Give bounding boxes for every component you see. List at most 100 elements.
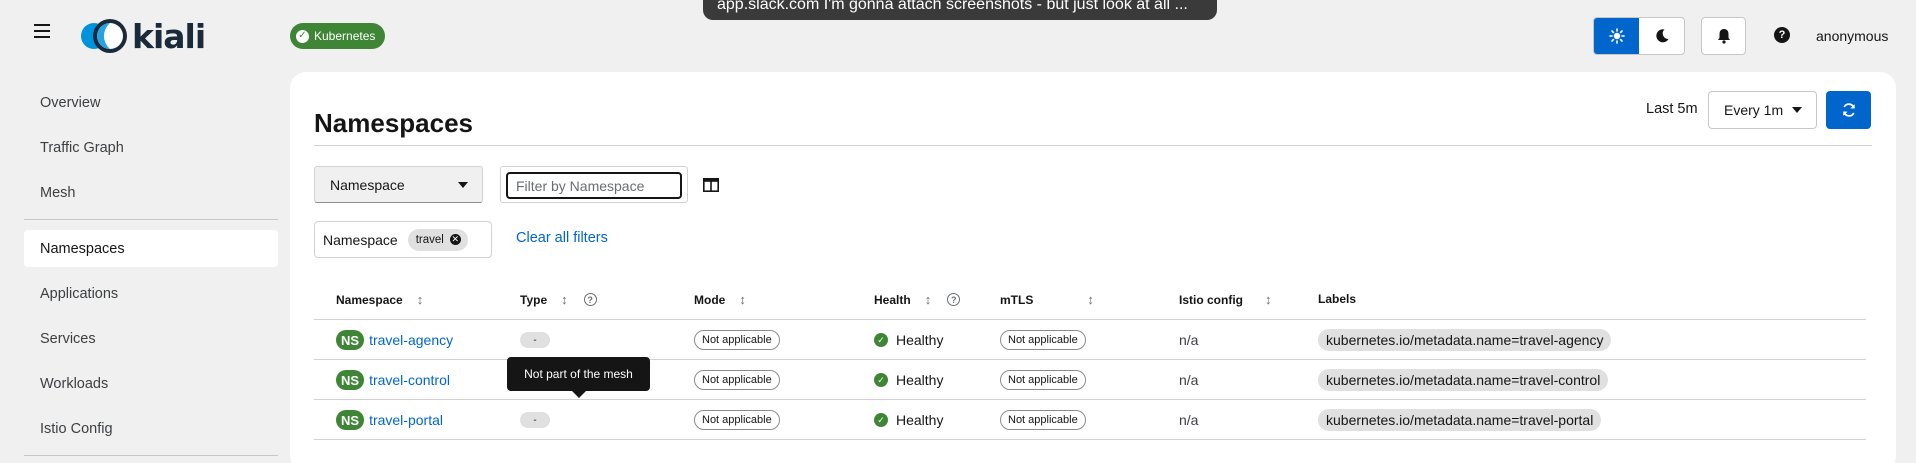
mtls-badge: Not applicable	[1000, 370, 1086, 390]
refresh-interval-dropdown[interactable]: Every 1m	[1708, 91, 1817, 129]
health-cell: ✓ Healthy	[874, 400, 943, 440]
filter-type-dropdown[interactable]: Namespace	[314, 166, 483, 203]
light-theme-button[interactable]	[1594, 18, 1639, 54]
health-status[interactable]: Healthy	[896, 332, 943, 348]
column-header-istio-config[interactable]: Istio config ↕	[1179, 292, 1272, 307]
moon-icon	[1655, 29, 1668, 43]
sidebar-item-applications[interactable]: Applications	[24, 275, 278, 312]
health-cell: ✓ Healthy	[874, 360, 943, 400]
type-badge[interactable]: -	[520, 332, 550, 348]
question-circle-icon[interactable]: ?	[947, 293, 961, 306]
column-label: Istio config	[1179, 292, 1243, 307]
labels-cell: kubernetes.io/metadata.name=travel-porta…	[1318, 400, 1602, 440]
type-tooltip: Not part of the mesh	[507, 357, 650, 398]
check-circle-icon: ✓	[874, 413, 888, 427]
namespace-cell: NS travel-control	[336, 360, 450, 400]
column-header-health[interactable]: Health ↕ ?	[874, 292, 961, 307]
dark-theme-button[interactable]	[1639, 18, 1684, 54]
caret-down-icon	[1792, 107, 1802, 113]
ns-badge: NS	[336, 370, 365, 390]
table-row: NS travel-agency - Not applicable ✓ Heal…	[314, 320, 1866, 360]
sidebar-item-overview[interactable]: Overview	[24, 84, 278, 121]
filter-chip-label: travel	[415, 233, 444, 246]
check-circle-icon: ✓	[874, 333, 888, 347]
cluster-badge-label: Kubernetes	[314, 29, 376, 43]
namespace-filter-input[interactable]	[506, 172, 682, 199]
filter-chip: travel ✕	[407, 228, 468, 251]
namespace-cell: NS travel-agency	[336, 320, 453, 360]
sort-icon[interactable]: ↕	[561, 292, 568, 307]
table-row: NS travel-portal - Not applicable ✓ Heal…	[314, 400, 1866, 440]
help-icon[interactable]: ?	[1774, 27, 1790, 43]
sort-icon[interactable]: ↕	[417, 292, 424, 307]
main-content: Namespaces Last 5m Every 1m Namespace Na…	[290, 72, 1896, 463]
sidebar-divider	[24, 455, 278, 456]
type-cell: -	[520, 400, 550, 440]
namespace-link[interactable]: travel-portal	[369, 412, 443, 428]
mtls-badge: Not applicable	[1000, 330, 1086, 350]
ns-badge: NS	[336, 330, 365, 350]
column-header-namespace[interactable]: Namespace ↕	[336, 292, 423, 307]
namespace-link[interactable]: travel-agency	[369, 332, 453, 348]
mode-badge: Not applicable	[694, 370, 780, 390]
sidebar: Overview Traffic Graph Mesh Namespaces A…	[24, 84, 278, 463]
toast-text: app.slack.com I'm gonna attach screensho…	[717, 0, 1188, 13]
check-circle-icon: ✓	[296, 29, 309, 43]
istio-config-cell: n/a	[1179, 400, 1198, 440]
filter-type-value: Namespace	[330, 176, 405, 193]
caret-down-icon	[458, 182, 468, 188]
mode-cell: Not applicable	[694, 360, 780, 400]
bell-icon	[1717, 29, 1730, 44]
cluster-badge: ✓ Kubernetes	[290, 23, 386, 49]
labels-cell: kubernetes.io/metadata.name=travel-agenc…	[1318, 320, 1612, 360]
filter-input-group	[500, 166, 688, 203]
kiali-logo[interactable]: kiali	[78, 17, 206, 56]
istio-config-cell: n/a	[1179, 360, 1198, 400]
sidebar-item-istio-config[interactable]: Istio Config	[24, 410, 278, 447]
column-label: mTLS	[1000, 292, 1034, 307]
sidebar-item-mesh[interactable]: Mesh	[24, 174, 278, 211]
kiali-logo-icon	[81, 19, 127, 53]
active-filter-group: Namespace travel ✕	[314, 221, 492, 258]
sidebar-item-workloads[interactable]: Workloads	[24, 365, 278, 402]
refresh-interval-value: Every 1m	[1724, 102, 1784, 118]
hamburger-icon[interactable]	[34, 24, 50, 38]
column-label: Type	[520, 292, 548, 307]
clear-all-filters-link[interactable]: Clear all filters	[516, 230, 608, 246]
type-cell: -	[520, 320, 550, 360]
sort-icon[interactable]: ↕	[925, 292, 932, 307]
istio-config-value: n/a	[1179, 412, 1199, 428]
sort-icon[interactable]: ↕	[1087, 292, 1094, 307]
close-icon[interactable]: ✕	[449, 234, 461, 245]
health-status[interactable]: Healthy	[896, 412, 943, 428]
user-menu[interactable]: anonymous	[1816, 28, 1888, 44]
top-bar: kiali ✓ Kubernetes app.slack.com I'm gon…	[0, 0, 1916, 72]
columns-icon[interactable]	[703, 178, 719, 192]
chip-group-category: Namespace	[323, 231, 398, 248]
column-label: Namespace	[336, 292, 403, 307]
time-range-label: Last 5m	[1646, 101, 1698, 117]
column-header-mode[interactable]: Mode ↕	[694, 292, 746, 307]
label-chip: kubernetes.io/metadata.name=travel-contr…	[1318, 369, 1609, 391]
column-header-mtls[interactable]: mTLS ↕	[1000, 292, 1094, 307]
type-badge[interactable]: -	[520, 412, 550, 428]
column-header-type[interactable]: Type ↕ ?	[520, 292, 597, 307]
sort-icon[interactable]: ↕	[739, 292, 746, 307]
columns-icon-svg	[703, 178, 719, 192]
notification-toast[interactable]: app.slack.com I'm gonna attach screensho…	[703, 0, 1217, 20]
namespace-cell: NS travel-portal	[336, 400, 443, 440]
label-chip: kubernetes.io/metadata.name=travel-agenc…	[1318, 329, 1612, 351]
page-title: Namespaces	[314, 108, 473, 138]
sidebar-item-namespaces[interactable]: Namespaces	[24, 230, 278, 267]
mode-cell: Not applicable	[694, 400, 780, 440]
health-status[interactable]: Healthy	[896, 372, 943, 388]
sidebar-item-services[interactable]: Services	[24, 320, 278, 357]
health-cell: ✓ Healthy	[874, 320, 943, 360]
sort-icon[interactable]: ↕	[1265, 292, 1272, 307]
refresh-button[interactable]	[1826, 91, 1871, 129]
notifications-button[interactable]	[1701, 17, 1746, 55]
question-circle-icon[interactable]: ?	[583, 293, 597, 306]
sidebar-item-traffic-graph[interactable]: Traffic Graph	[24, 129, 278, 166]
namespace-link[interactable]: travel-control	[369, 372, 450, 388]
header-divider	[314, 145, 1872, 146]
